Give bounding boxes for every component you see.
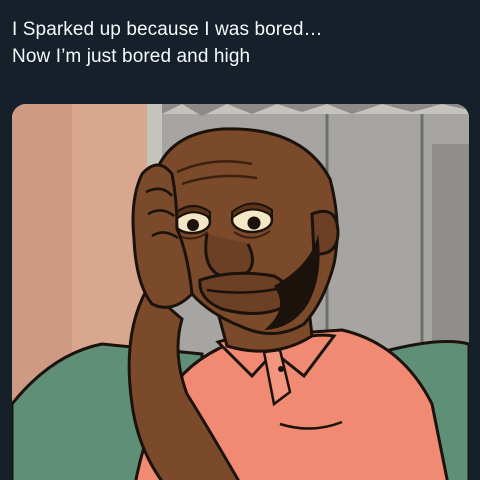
tweet-text-line-2: Now I’m just bored and high	[12, 46, 251, 67]
tweet: I Sparked up because I was bored… Now I’…	[0, 0, 480, 480]
meme-illustration	[12, 104, 469, 480]
tweet-text: I Sparked up because I was bored… Now I’…	[12, 16, 472, 70]
tweet-text-line-1: I Sparked up because I was bored…	[12, 19, 323, 40]
tweet-media-image[interactable]	[12, 104, 469, 480]
